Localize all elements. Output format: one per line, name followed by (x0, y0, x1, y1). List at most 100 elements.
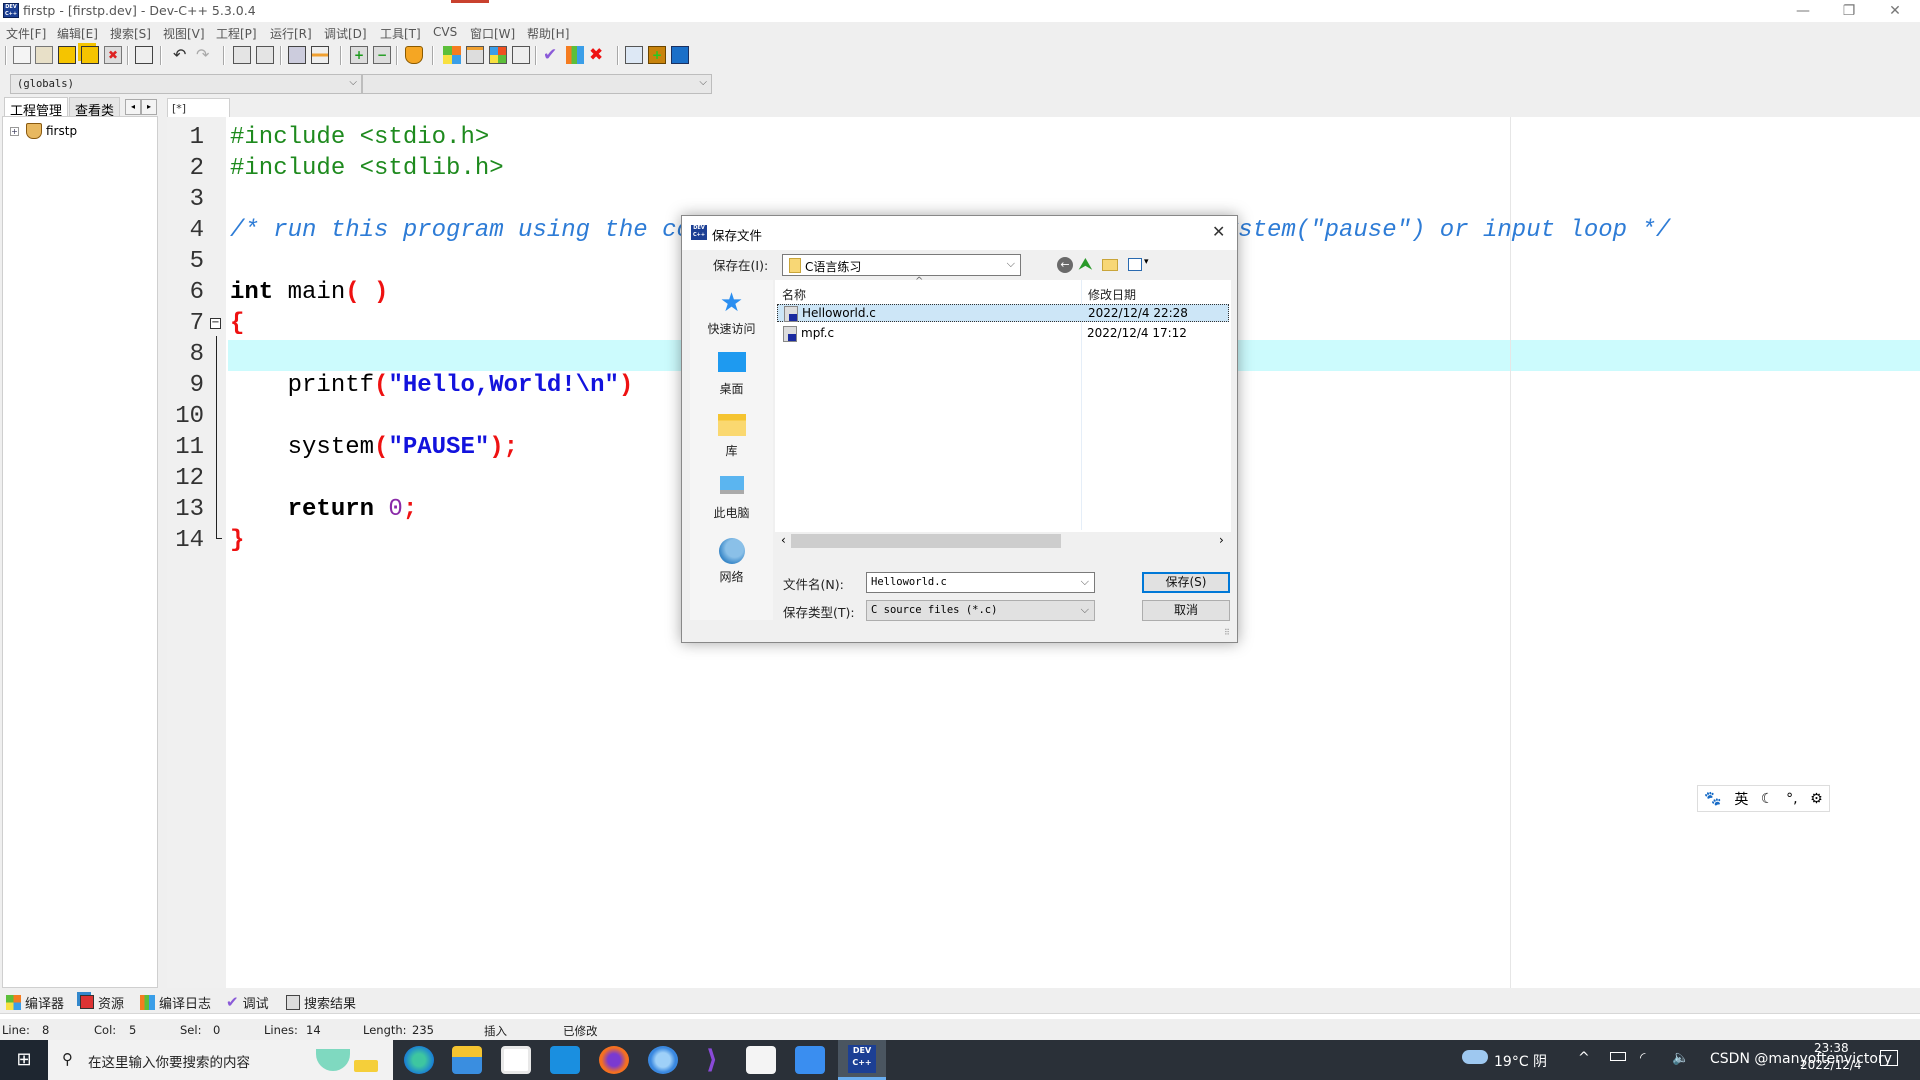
code-line[interactable]: printf("Hello,World!\n") (230, 372, 634, 399)
taskbar-firefox-icon[interactable] (599, 1046, 629, 1074)
view-menu-icon[interactable] (1128, 258, 1142, 271)
profile-icon[interactable] (566, 46, 584, 64)
tab-project-manager[interactable]: 工程管理 (4, 97, 69, 119)
save-icon[interactable] (58, 46, 76, 64)
taskbar-devcpp-active[interactable]: DEV C++ (838, 1040, 886, 1080)
windows-start-button[interactable]: ⊞ (0, 1040, 48, 1080)
menu-edit[interactable]: 编辑[E] (57, 25, 98, 42)
moon-icon[interactable]: ☾ (1761, 791, 1774, 807)
compile-run-icon[interactable] (489, 46, 507, 64)
tab-debug[interactable]: ✔ 调试 (226, 992, 269, 1012)
taskbar-edge-icon[interactable] (404, 1046, 434, 1074)
tab-scroll-right-button[interactable]: ▸ (141, 99, 157, 115)
menu-cvs[interactable]: CVS (433, 25, 457, 39)
filetype-dropdown[interactable]: C source files (*.c) ⌵ (866, 600, 1095, 621)
code-line[interactable]: system("PAUSE"); (230, 434, 518, 461)
notification-icon[interactable] (1880, 1050, 1898, 1066)
redo-icon[interactable]: ↷ (196, 46, 214, 64)
menu-file[interactable]: 文件[F] (6, 25, 46, 42)
new-folder-icon[interactable] (1102, 259, 1118, 271)
menu-run[interactable]: 运行[R] (270, 25, 312, 42)
syntax-check-icon[interactable]: ✔ (543, 46, 561, 64)
file-row[interactable]: Helloworld.c 2022/12/4 22:28 (777, 304, 1229, 322)
minimize-button[interactable]: — (1780, 0, 1826, 22)
wifi-icon[interactable]: ◜ (1640, 1050, 1645, 1066)
baidu-paw-icon[interactable]: 🐾 (1704, 791, 1721, 807)
save-button[interactable]: 保存(S) (1142, 572, 1230, 593)
view-cpu-icon[interactable] (671, 46, 689, 64)
clock-date[interactable]: 2022/12/4 (1800, 1058, 1862, 1072)
taskbar-search-box[interactable]: ⚲ 在这里输入你要搜索的内容 (48, 1040, 393, 1080)
filename-input[interactable]: Helloworld.c ⌵ (866, 572, 1095, 593)
back-icon[interactable]: ← (1057, 257, 1073, 273)
punctuation-icon[interactable]: °, (1786, 791, 1797, 807)
menu-search[interactable]: 搜索[S] (110, 25, 151, 42)
code-line[interactable]: } (230, 527, 244, 554)
menu-project[interactable]: 工程[P] (216, 25, 257, 42)
scrollbar-thumb[interactable] (791, 534, 1061, 548)
ime-lang-toggle[interactable]: 英 (1734, 789, 1748, 809)
menu-view[interactable]: 视图[V] (163, 25, 205, 42)
project-options-icon[interactable] (405, 46, 423, 64)
scroll-left-icon[interactable]: ‹ (781, 533, 786, 547)
save-in-dropdown[interactable]: C语言练习 ⌵ (782, 254, 1021, 276)
menu-tools[interactable]: 工具[T] (380, 25, 421, 42)
save-all-icon[interactable] (81, 46, 99, 64)
battery-icon[interactable] (1610, 1052, 1626, 1061)
replace-icon[interactable] (256, 46, 274, 64)
menu-help[interactable]: 帮助[H] (527, 25, 569, 42)
run-icon[interactable] (466, 46, 484, 64)
delete-profile-icon[interactable]: ✖ (589, 46, 607, 64)
code-line[interactable]: #include <stdlib.h> (230, 155, 504, 182)
find-icon[interactable] (233, 46, 251, 64)
chevron-up-icon[interactable]: ^ (1578, 1050, 1590, 1066)
add-to-project-icon[interactable]: + (350, 46, 368, 64)
weather-text[interactable]: 19°C 阴 (1494, 1051, 1547, 1071)
scope-combo[interactable]: (globals) ⌵ (10, 74, 362, 94)
volume-icon[interactable]: 🔈 (1672, 1050, 1689, 1066)
taskbar-store-icon[interactable] (501, 1046, 531, 1074)
remove-from-project-icon[interactable]: − (373, 46, 391, 64)
file-list[interactable]: ^ 名称 修改日期 Helloworld.c 2022/12/4 22:28 m… (775, 276, 1231, 550)
tab-resources[interactable]: 资源 (80, 992, 124, 1012)
cancel-button[interactable]: 取消 (1142, 600, 1230, 621)
view-menu-chevron-icon[interactable]: ▾ (1144, 257, 1149, 267)
horizontal-scrollbar[interactable]: ‹ › (775, 532, 1231, 550)
code-line[interactable]: int main( ) (230, 279, 388, 306)
close-button[interactable]: ✕ (1872, 0, 1918, 22)
editor-tab-main-c[interactable]: [*] main.c (167, 98, 230, 128)
unindent-icon[interactable] (311, 46, 329, 64)
taskbar-tool-app-icon[interactable] (746, 1046, 776, 1074)
column-header-name[interactable]: 名称 (782, 286, 806, 303)
up-folder-icon[interactable]: ⮝ (1079, 255, 1092, 273)
place-network[interactable]: 网络 (690, 538, 773, 585)
tab-compiler[interactable]: 编译器 (6, 992, 64, 1012)
tab-scroll-left-button[interactable]: ◂ (125, 99, 141, 115)
column-header-date[interactable]: 修改日期 (1088, 286, 1136, 303)
resize-grip-icon[interactable]: ⠿ (1224, 628, 1230, 637)
menu-window[interactable]: 窗口[W] (470, 25, 515, 42)
scroll-right-icon[interactable]: › (1219, 533, 1224, 547)
new-file-icon[interactable] (13, 46, 31, 64)
close-file-icon[interactable]: ✖ (104, 46, 122, 64)
compile-icon[interactable] (443, 46, 461, 64)
tab-compile-log[interactable]: 编译日志 (140, 992, 211, 1012)
expand-icon[interactable]: + (10, 127, 19, 136)
tab-class-browser[interactable]: 查看类 (69, 97, 121, 119)
print-icon[interactable] (135, 46, 153, 64)
restore-button[interactable]: ❐ (1826, 0, 1872, 22)
dialog-close-button[interactable]: ✕ (1212, 222, 1225, 241)
taskbar-feishu-icon[interactable] (795, 1046, 825, 1074)
undo-icon[interactable]: ↶ (173, 46, 191, 64)
place-this-pc[interactable]: 此电脑 (690, 476, 773, 521)
code-line[interactable]: #include <stdio.h> (230, 124, 489, 151)
code-line[interactable]: { (230, 310, 244, 337)
gear-icon[interactable]: ⚙ (1810, 791, 1823, 807)
place-quick-access[interactable]: ★ 快速访问 (690, 290, 773, 337)
place-libraries[interactable]: 库 (690, 414, 773, 459)
menu-debug[interactable]: 调试[D] (324, 25, 367, 42)
tree-item-firstp[interactable]: firstp (46, 124, 77, 138)
taskbar-file-explorer-icon[interactable] (452, 1046, 482, 1074)
taskbar-qq-browser-icon[interactable] (648, 1046, 678, 1074)
place-desktop[interactable]: 桌面 (690, 352, 773, 397)
